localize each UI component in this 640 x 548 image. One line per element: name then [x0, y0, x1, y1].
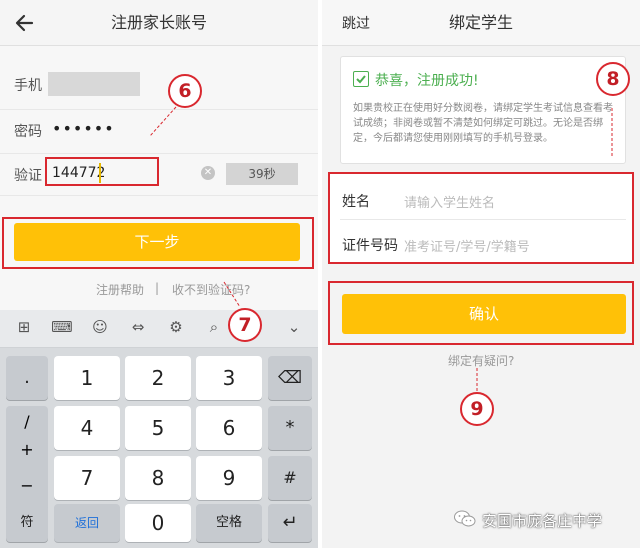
key-back[interactable]: 返回 — [54, 504, 120, 542]
key-7[interactable]: 7 — [54, 456, 120, 500]
countdown-button[interactable]: 39秒 — [226, 163, 298, 185]
phone-row: 手机 — [0, 58, 318, 110]
callout-8: 8 — [596, 62, 630, 96]
wechat-icon — [454, 510, 476, 528]
password-input[interactable]: •••••• — [52, 119, 115, 138]
key-0[interactable]: 0 — [125, 504, 191, 542]
check-icon — [353, 71, 369, 87]
page-title: 绑定学生 — [448, 13, 513, 32]
top-bar: 跳过 绑定学生 — [322, 0, 640, 46]
register-parent-screen: 注册家长账号 手机 密码 •••••• 验证 144772 ✕ 39秒 下一步 … — [0, 0, 318, 548]
key-1[interactable]: 1 — [54, 356, 120, 400]
top-bar: 注册家长账号 — [0, 0, 318, 46]
form-highlight-box — [328, 172, 634, 264]
key-plus[interactable]: + — [6, 440, 48, 459]
bind-question-link[interactable]: 绑定有疑问? — [448, 352, 514, 369]
key-asterisk[interactable]: * — [268, 406, 312, 450]
grid-icon[interactable]: ⊞ — [12, 318, 36, 336]
key-3[interactable]: 3 — [196, 356, 262, 400]
page-title: 注册家长账号 — [110, 13, 207, 32]
callout-6: 6 — [168, 74, 202, 108]
no-code-link[interactable]: 收不到验证码? — [172, 281, 250, 298]
settings-icon[interactable]: ⚙ — [164, 318, 188, 336]
callout-9: 9 — [460, 392, 494, 426]
confirm-button[interactable]: 确认 — [342, 294, 626, 334]
key-9[interactable]: 9 — [196, 456, 262, 500]
key-2[interactable]: 2 — [125, 356, 191, 400]
key-hash[interactable]: # — [268, 456, 312, 500]
phone-input-redacted[interactable] — [48, 72, 140, 96]
verify-label: 验证 — [14, 168, 42, 184]
keyboard-toolbar: ⊞ ⌨ ☺ ⇔ ⚙ ⌕ ⌄ — [0, 310, 318, 348]
emoji-icon[interactable]: ☺ — [88, 318, 112, 336]
key-8[interactable]: 8 — [125, 456, 191, 500]
key-dot[interactable]: . — [6, 356, 48, 400]
clear-icon[interactable]: ✕ — [201, 166, 215, 180]
cursor-icon[interactable]: ⇔ — [126, 318, 150, 336]
numeric-keyboard: ⊞ ⌨ ☺ ⇔ ⚙ ⌕ ⌄ . / + − 符 1 2 3 4 5 6 7 8 … — [0, 310, 318, 548]
callout-7: 7 — [228, 308, 262, 342]
key-5[interactable]: 5 — [125, 406, 191, 450]
key-slash[interactable]: / — [6, 412, 48, 431]
chevron-down-icon[interactable]: ⌄ — [282, 318, 306, 336]
key-symbols-stack: / + − — [6, 406, 48, 516]
watermark-text: 安国市庞各庄中学 — [482, 512, 603, 530]
link-separator: | — [155, 281, 160, 295]
backspace-key[interactable]: ⌫ — [268, 356, 312, 400]
key-space[interactable]: 空格 — [196, 504, 262, 542]
bind-student-screen: 跳过 绑定学生 恭喜，注册成功! 如果贵校正在使用好分数阅卷，请绑定学生考试信息… — [322, 0, 640, 548]
info-text: 如果贵校正在使用好分数阅卷，请绑定学生考试信息查看考试成绩；非阅卷或暂不清楚如何… — [353, 103, 613, 144]
key-4[interactable]: 4 — [54, 406, 120, 450]
phone-label: 手机 — [14, 78, 42, 94]
key-minus[interactable]: − — [6, 476, 48, 495]
keyboard-icon[interactable]: ⌨ — [50, 318, 74, 336]
password-row: 密码 •••••• — [0, 110, 318, 154]
key-symbols[interactable]: 符 — [6, 504, 48, 542]
success-card: 恭喜，注册成功! 如果贵校正在使用好分数阅卷，请绑定学生考试信息查看考试成绩；非… — [340, 56, 626, 164]
key-6[interactable]: 6 — [196, 406, 262, 450]
enter-key[interactable]: ↵ — [268, 504, 312, 542]
success-message: 恭喜，注册成功! — [375, 73, 479, 89]
verify-highlight-box — [45, 157, 159, 186]
password-label: 密码 — [14, 124, 42, 140]
next-button[interactable]: 下一步 — [14, 223, 300, 261]
search-icon[interactable]: ⌕ — [202, 318, 226, 336]
register-help-link[interactable]: 注册帮助 — [96, 281, 144, 298]
watermark: 安国市庞各庄中学 — [454, 508, 640, 532]
